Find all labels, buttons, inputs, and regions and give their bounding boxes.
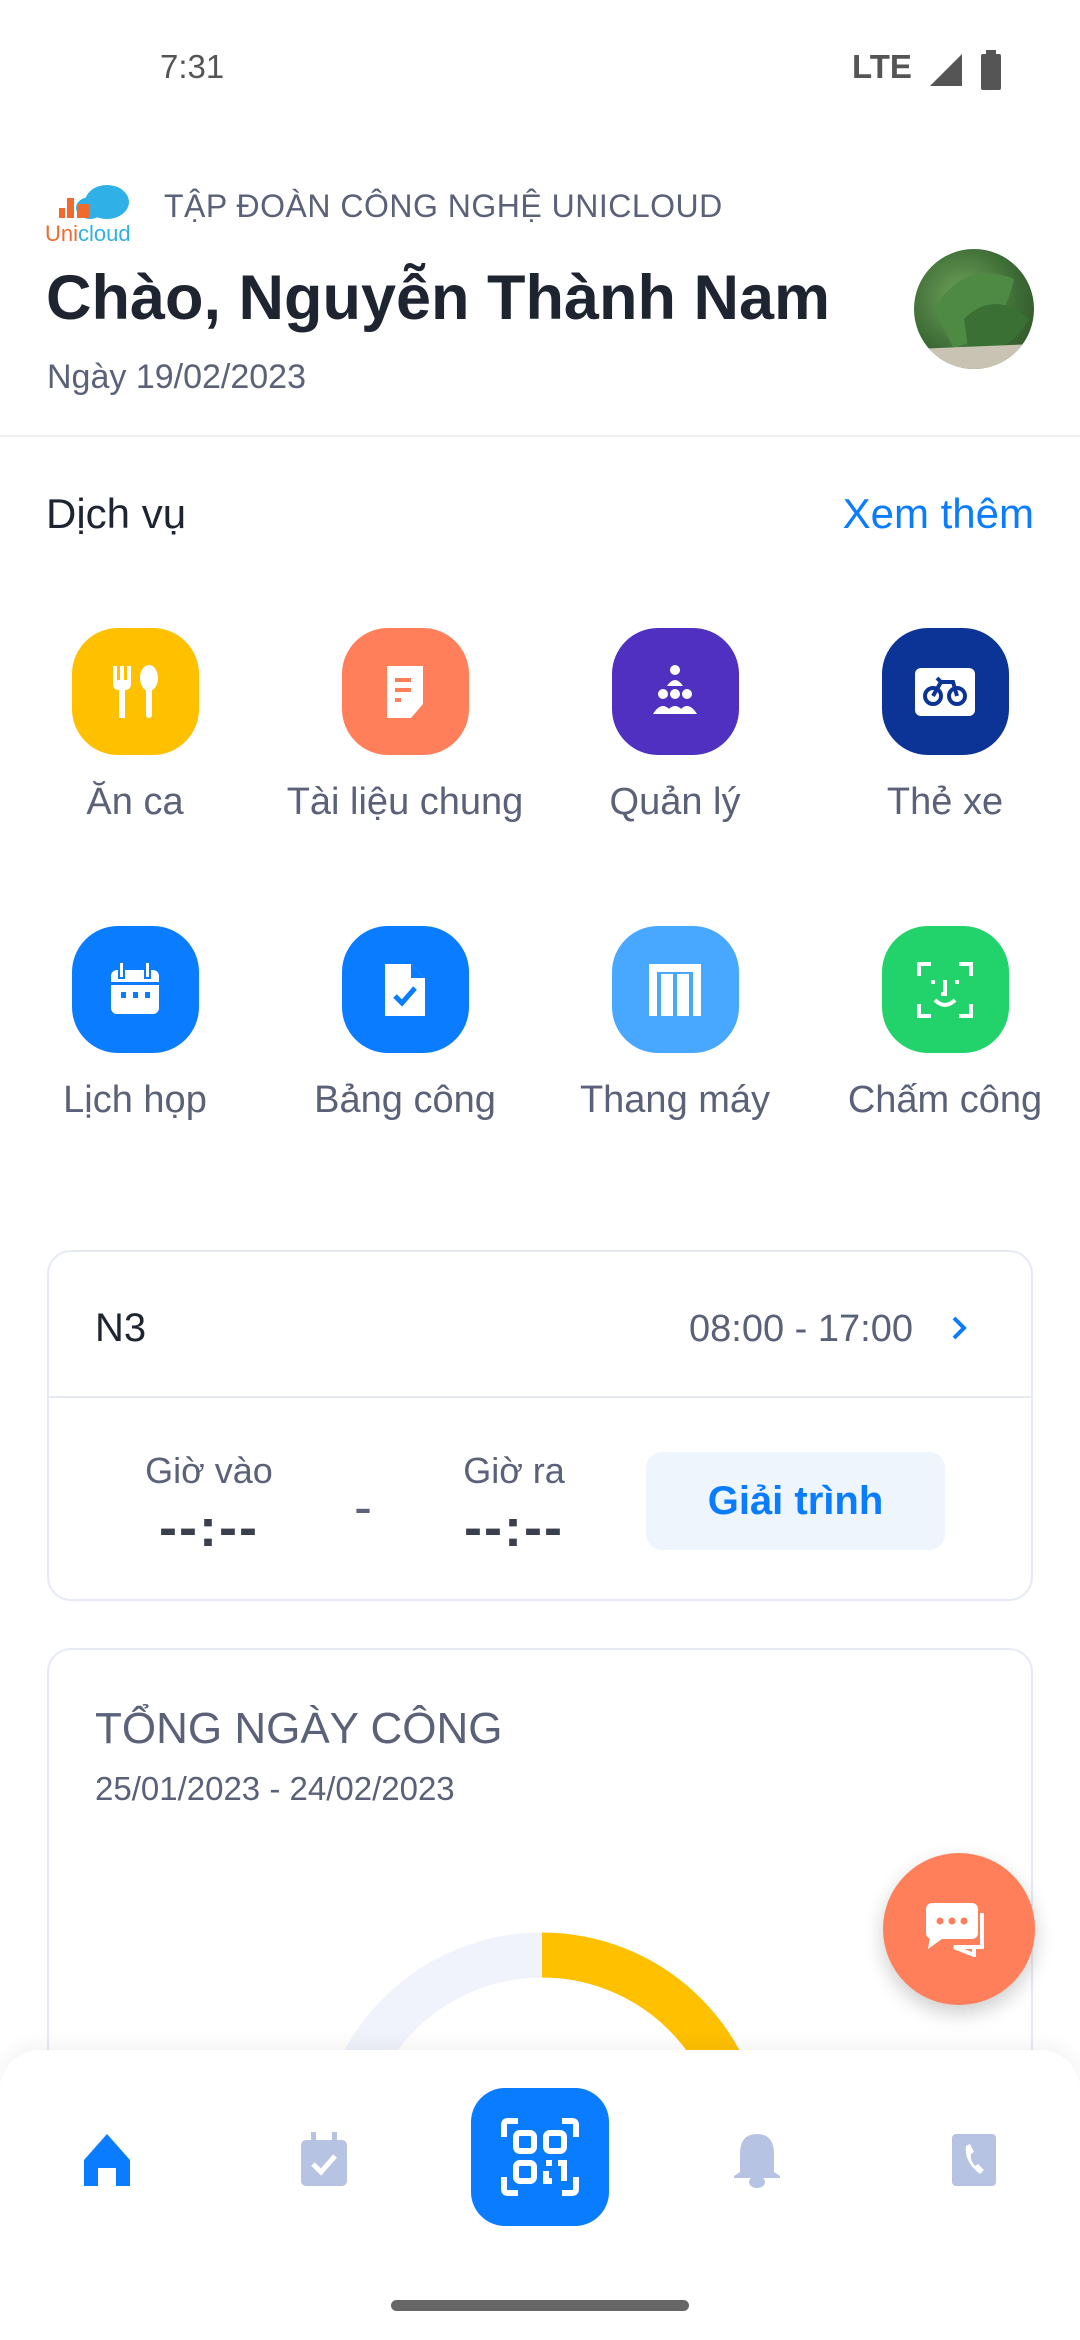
bicycle-card-icon (881, 628, 1009, 755)
company-name: TẬP ĐOÀN CÔNG NGHỆ UNICLOUD (164, 188, 723, 224)
service-label: Thẻ xe (886, 781, 1004, 823)
nav-home[interactable] (77, 2130, 137, 2190)
chat-fab[interactable] (883, 1853, 1035, 2005)
service-3[interactable]: Quản lý (540, 628, 810, 824)
elevator-icon (611, 926, 739, 1053)
chevron-right-icon[interactable] (947, 1314, 971, 1342)
greeting: Chào, Nguyễn Thành Nam (46, 263, 831, 333)
service-label: Ăn ca (86, 781, 184, 823)
group-icon (611, 628, 739, 755)
explain-button[interactable]: Giải trình (646, 1452, 945, 1550)
card-divider (49, 1396, 1031, 1398)
service-label: Quản lý (609, 781, 741, 823)
service-label: Lịch họp (63, 1079, 207, 1121)
current-date: Ngày 19/02/2023 (47, 358, 306, 396)
services-title: Dịch vụ (46, 490, 187, 537)
check-out-label: Giờ ra (463, 1450, 565, 1491)
service-4[interactable]: Thẻ xe (810, 628, 1080, 824)
battery-icon (981, 50, 1001, 90)
fork-spoon-icon (71, 628, 199, 755)
status-time: 7:31 (160, 48, 225, 85)
home-icon (84, 2134, 130, 2186)
nav-attendance[interactable] (294, 2130, 354, 2190)
shift-name: N3 (95, 1306, 147, 1350)
nav-qr-scan[interactable] (471, 2088, 609, 2226)
bell-icon (734, 2134, 780, 2188)
service-5[interactable]: Lịch họp (0, 926, 270, 1122)
status-network: LTE (852, 48, 912, 85)
service-label: Chấm công (847, 1079, 1043, 1121)
file-check-icon (341, 926, 469, 1053)
check-in-time: --:-- (159, 1498, 259, 1558)
service-7[interactable]: Thang máy (540, 926, 810, 1122)
service-1[interactable]: Ăn ca (0, 628, 270, 824)
calendar-icon (71, 926, 199, 1053)
check-out-time: --:-- (464, 1498, 564, 1558)
shift-hours: 08:00 - 17:00 (689, 1308, 913, 1350)
nav-notifications[interactable] (727, 2130, 787, 2190)
home-indicator[interactable] (391, 2300, 689, 2311)
service-8[interactable]: Chấm công (810, 926, 1080, 1122)
service-2[interactable]: Tài liệu chung (270, 628, 540, 824)
service-label: Bảng công (314, 1079, 496, 1121)
service-label: Thang máy (579, 1079, 771, 1121)
signal-icon (930, 54, 962, 86)
face-scan-icon (881, 926, 1009, 1053)
service-6[interactable]: Bảng công (270, 926, 540, 1122)
time-separator: - (354, 1477, 374, 1537)
see-more-link[interactable]: Xem thêm (843, 490, 1034, 538)
calendar-check-icon (301, 2132, 347, 2186)
document-icon (341, 628, 469, 755)
nav-contacts[interactable] (943, 2130, 1003, 2190)
shift-card[interactable]: N3 08:00 - 17:00 Giờ vào --:-- - Giờ ra … (47, 1250, 1033, 1601)
avatar[interactable] (914, 249, 1034, 369)
contacts-phone-icon (952, 2134, 996, 2186)
service-label: Tài liệu chung (286, 781, 524, 823)
unicloud-logo: Unicloud (45, 180, 145, 246)
check-in-label: Giờ vào (145, 1450, 273, 1491)
header-divider (0, 435, 1080, 437)
qr-scan-icon (501, 2118, 579, 2196)
chat-icon (926, 1903, 984, 1957)
